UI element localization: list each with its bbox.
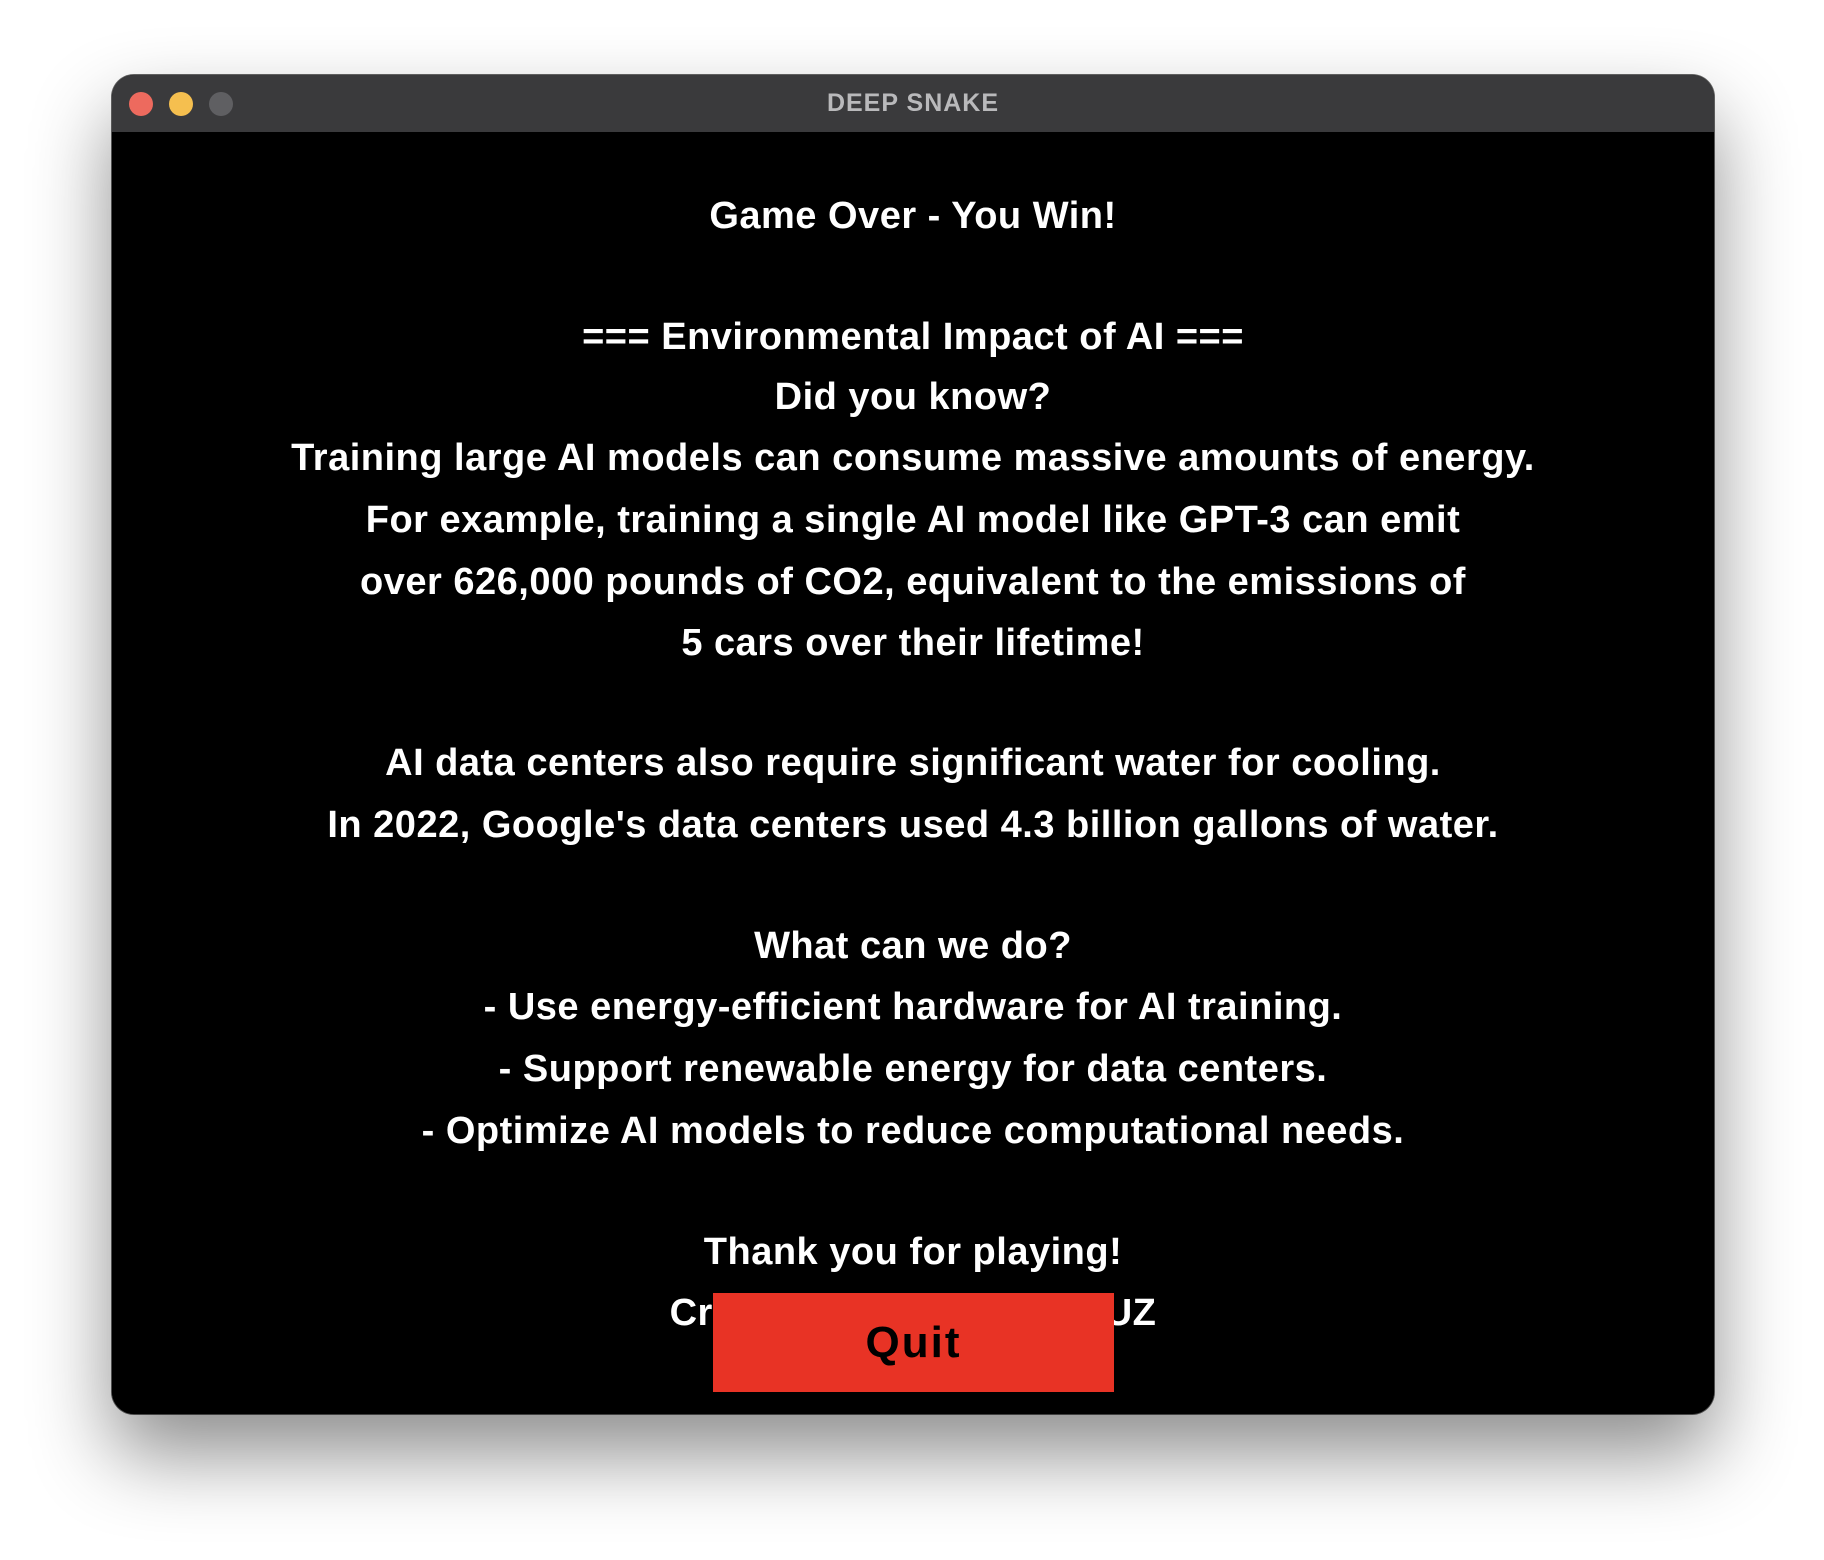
window-title: DEEP SNAKE — [826, 89, 1000, 117]
energy-fact-line: over 626,000 pounds of CO2, equivalent t… — [360, 561, 1466, 603]
actions-title: What can we do? — [754, 925, 1072, 967]
energy-fact-line: For example, training a single AI model … — [365, 499, 1461, 541]
quit-button[interactable]: Quit — [713, 1293, 1114, 1392]
energy-fact-line: 5 cars over their lifetime! — [681, 622, 1145, 664]
water-fact-line: In 2022, Google's data centers used 4.3 … — [327, 804, 1499, 846]
thanks-text: Thank you for playing! — [703, 1231, 1123, 1273]
action-item: - Use energy-efficient hardware for AI t… — [483, 986, 1343, 1028]
game-over-screen: Game Over - You Win! === Environmental I… — [112, 132, 1714, 1414]
water-fact-line: AI data centers also require significant… — [385, 742, 1441, 784]
title-bar: DEEP SNAKE — [112, 75, 1714, 133]
action-item: - Optimize AI models to reduce computati… — [421, 1110, 1405, 1152]
did-you-know-text: Did you know? — [774, 376, 1052, 418]
action-item: - Support renewable energy for data cent… — [498, 1048, 1328, 1090]
section-title: === Environmental Impact of AI === — [582, 316, 1244, 358]
game-window: DEEP SNAKE Game Over - You Win! === Envi… — [112, 75, 1714, 1414]
game-over-heading: Game Over - You Win! — [709, 195, 1117, 237]
energy-fact-line: Training large AI models can consume mas… — [291, 437, 1535, 479]
